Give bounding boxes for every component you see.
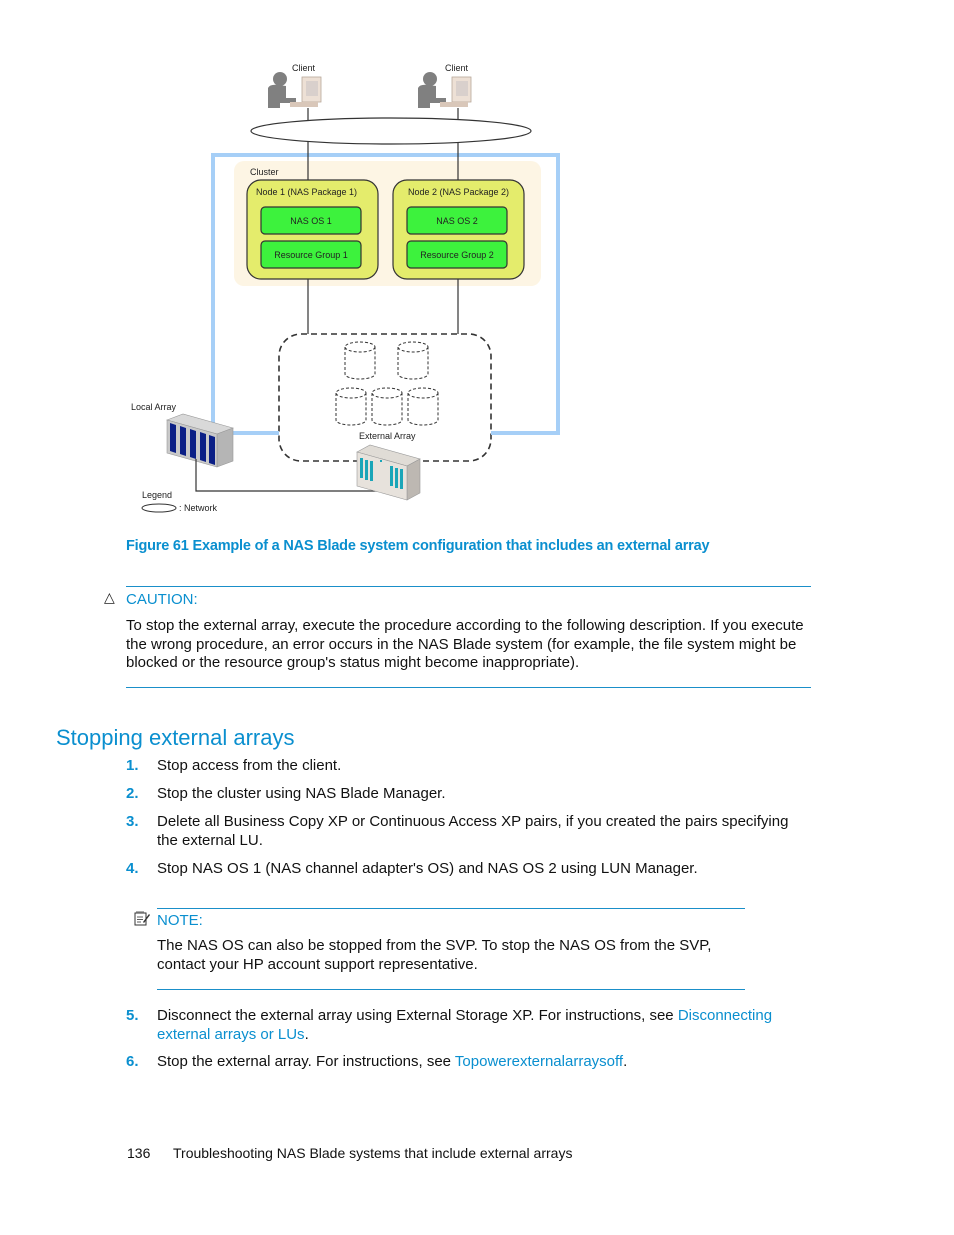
step-text-body: Disconnect the external array using Exte… (157, 1007, 678, 1024)
step-number: 5. (126, 1007, 139, 1024)
node-2-label: Node 2 (NAS Package 2) (408, 187, 509, 197)
figure-caption: Figure 61 Example of a NAS Blade system … (126, 538, 710, 554)
external-array-boundary (278, 333, 492, 462)
nas-os-2-label: NAS OS 2 (436, 216, 478, 226)
footer-title: Troubleshooting NAS Blade systems that i… (173, 1145, 573, 1161)
step-text: Delete all Business Copy XP or Continuou… (157, 813, 789, 849)
step-text-body: Stop the external array. For instruction… (157, 1053, 455, 1070)
step-text: Disconnect the external array using Exte… (157, 1007, 797, 1044)
note-label: NOTE: (157, 912, 203, 929)
local-array-icon (166, 413, 234, 468)
resource-group-1-label: Resource Group 1 (274, 250, 348, 260)
nas-os-1-label: NAS OS 1 (290, 216, 332, 226)
resource-group-2-label: Resource Group 2 (420, 250, 494, 260)
caution-label: CAUTION: (126, 591, 198, 608)
note-top-rule (157, 908, 745, 909)
step-text: Stop NAS OS 1 (NAS channel adapter's OS)… (157, 860, 698, 877)
warning-triangle-icon: △ (104, 589, 115, 605)
step-number: 3. (126, 813, 139, 830)
step-text: Stop the external array. For instruction… (157, 1053, 797, 1072)
step-number: 6. (126, 1053, 139, 1070)
local-array-label: Local Array (131, 402, 177, 412)
note-pad-icon (134, 910, 150, 926)
step-text-end: . (623, 1053, 628, 1070)
step-number: 4. (126, 860, 139, 877)
client-icon (418, 72, 472, 108)
topowerexternalarraysoff-link[interactable]: Topowerexternalarraysoff (455, 1053, 623, 1070)
legend-title: Legend (142, 490, 172, 500)
note-text: The NAS OS can also be stopped from the … (157, 937, 712, 973)
step-text: Stop access from the client. (157, 757, 342, 774)
external-array-label: External Array (359, 431, 416, 441)
caution-bottom-rule (126, 687, 811, 688)
step-number: 1. (126, 757, 139, 774)
network-ellipse (250, 117, 532, 145)
client-label-2: Client (445, 63, 469, 73)
step-number: 2. (126, 785, 139, 802)
section-title: Stopping external arrays (56, 725, 295, 750)
step-text-end: . (304, 1025, 309, 1043)
page-number: 136 (127, 1145, 151, 1161)
figure-diagram: Cluster Client Client Node 1 (NAS Packag… (0, 0, 954, 530)
step-text: Stop the cluster using NAS Blade Manager… (157, 785, 446, 802)
caution-text: To stop the external array, execute the … (126, 617, 804, 671)
legend-network-ellipse (141, 503, 177, 513)
caution-top-rule (126, 586, 811, 587)
client-icon (268, 72, 322, 108)
cluster-label: Cluster (250, 167, 279, 177)
note-bottom-rule (157, 989, 745, 990)
legend-network-label: : Network (179, 503, 218, 513)
node-1-label: Node 1 (NAS Package 1) (256, 187, 357, 197)
client-label-1: Client (292, 63, 316, 73)
